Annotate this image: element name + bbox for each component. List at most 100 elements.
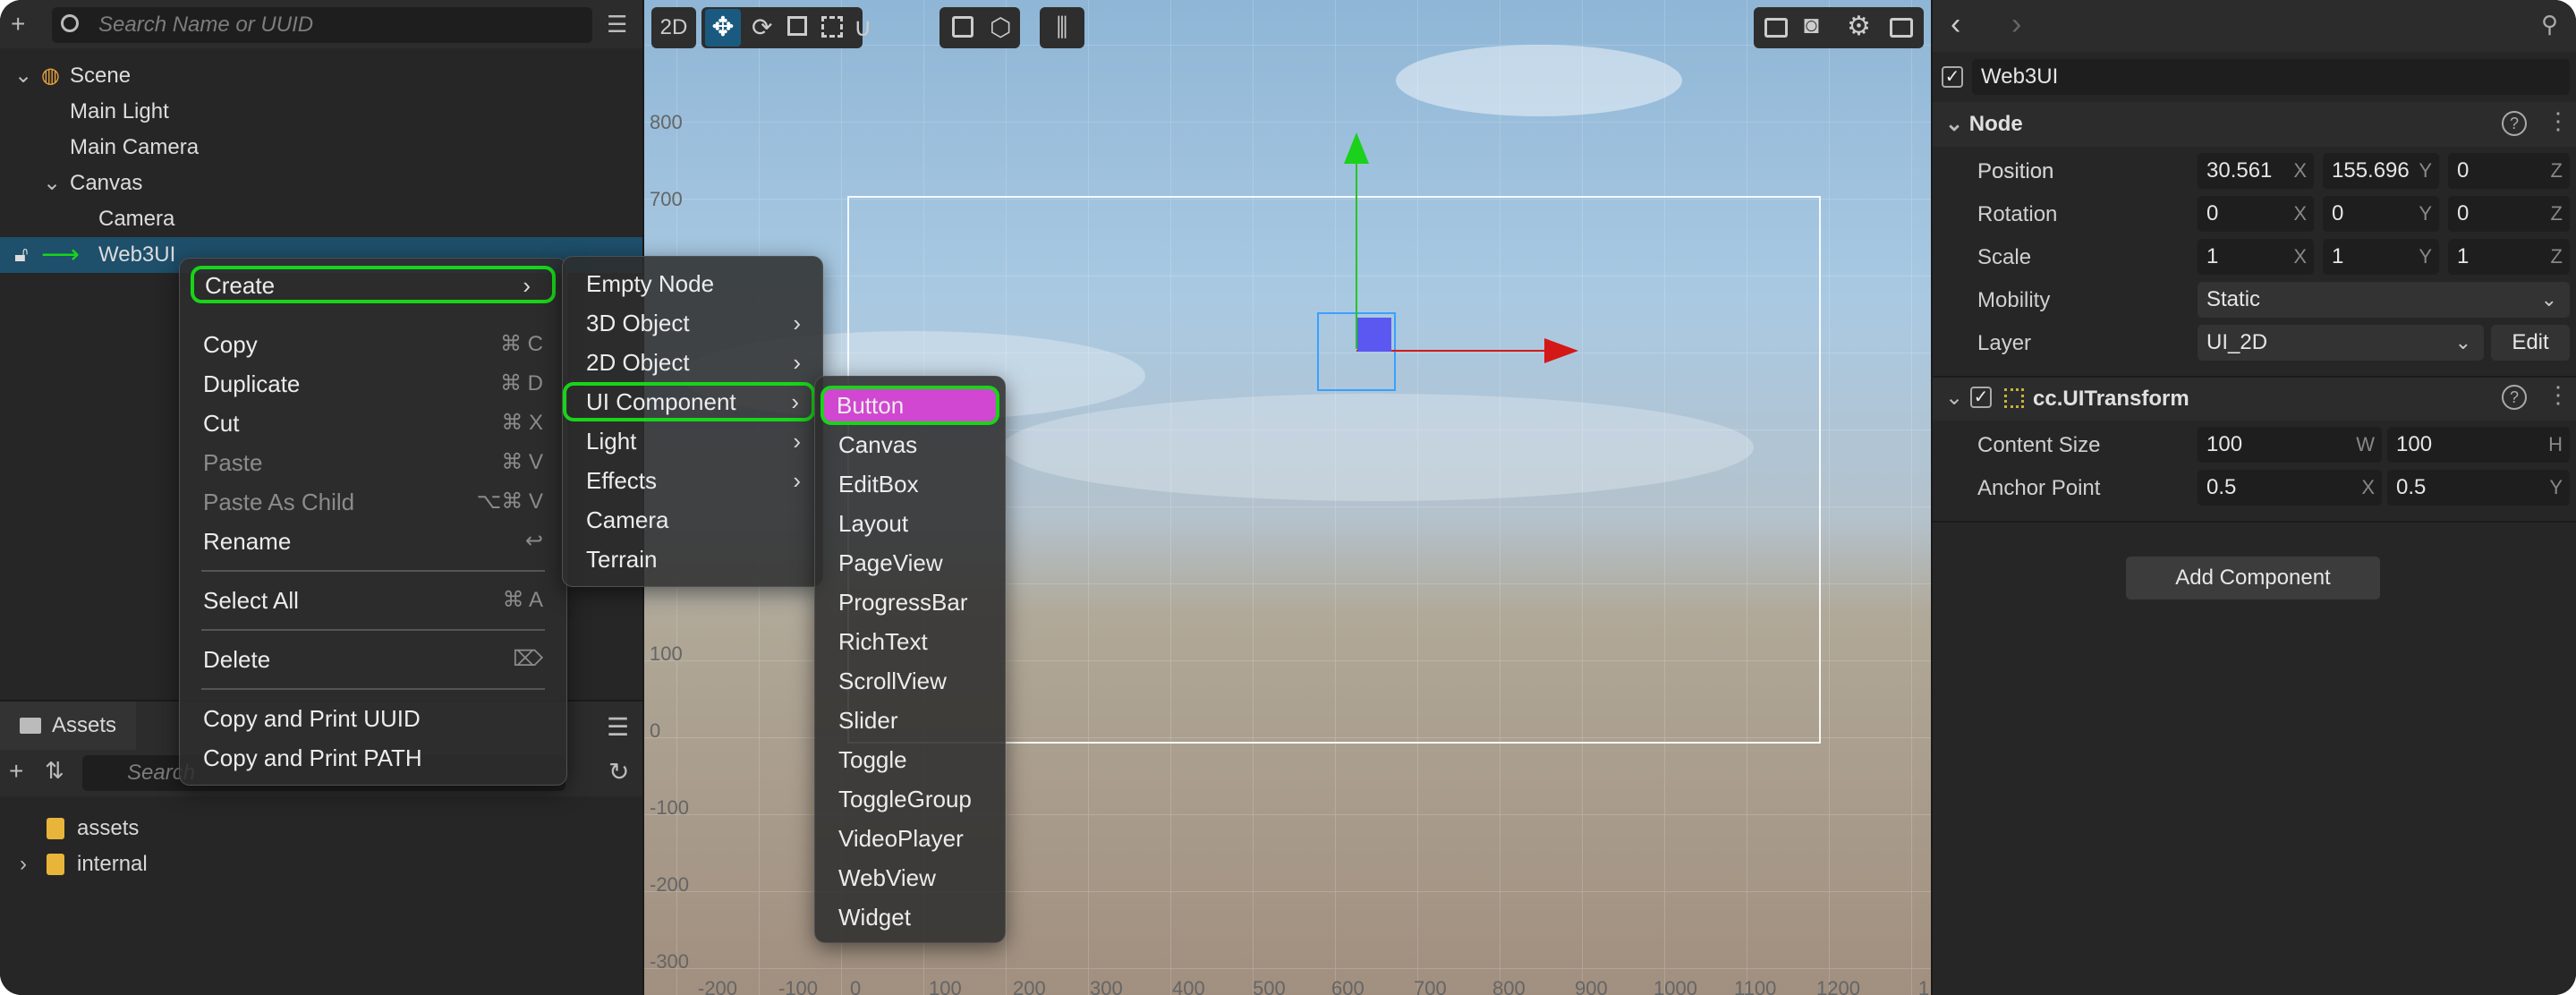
anchor-x-field[interactable]: 0.5 X [2198,470,2382,506]
expand-arrow-icon[interactable]: ⌄ [1945,385,1963,411]
menu-item-webview[interactable]: WebView [815,858,1005,897]
resolution-icon[interactable] [1764,18,1788,38]
content-height-field[interactable]: 100 H [2387,427,2570,463]
menu-item-pageview[interactable]: PageView [815,543,1005,583]
internal-item[interactable]: internal [77,846,148,882]
rect-tool-icon[interactable] [821,16,843,38]
menu-item-3d-object[interactable]: 3D Object › [563,303,822,343]
menu-item-layout[interactable]: Layout [815,504,1005,543]
refresh-icon[interactable]: ↻ [608,757,629,787]
more-icon[interactable]: ⋮ [2546,381,2570,409]
filter-list-icon[interactable]: ☰ [607,13,627,36]
assets-item[interactable]: assets [77,811,139,846]
rotation-x-field[interactable]: 0X [2198,196,2314,232]
menu-item-ui-component[interactable]: UI Component › [563,382,815,421]
tree-item-canvas[interactable]: Canvas [70,166,142,201]
component-enabled-checkbox[interactable]: ✓ [1970,387,1992,408]
menu-item-select-all[interactable]: Select All ⌘ A [180,581,566,620]
add-icon[interactable]: + [9,757,23,786]
tree-item-camera[interactable]: Camera [98,201,174,237]
position-label: Position [1977,159,2054,183]
menu-item-editbox[interactable]: EditBox [815,464,1005,504]
return-icon: ↩ [524,529,543,553]
mobility-select[interactable]: Static ⌄ [2198,282,2570,318]
delete-key-icon: ⌦ [513,647,543,671]
tree-item-main-light[interactable]: Main Light [70,94,169,130]
menu-icon[interactable]: ☰ [607,712,629,742]
menu-item-duplicate[interactable]: Duplicate ⌘ D [180,364,566,404]
rotation-y-field[interactable]: 0Y [2323,196,2439,232]
content-width-field[interactable]: 100 W [2198,427,2382,463]
scale-y-field[interactable]: 1Y [2323,239,2439,275]
expand-arrow-icon[interactable]: › [20,846,27,882]
scale-tool-icon[interactable] [787,16,807,36]
uitransform-title: cc.UITransform [2033,387,2189,411]
menu-item-2d-object[interactable]: 2D Object › [563,343,822,382]
expand-arrow-icon[interactable]: ⌄ [43,166,61,201]
cube-icon[interactable]: ⬡ [990,13,1011,42]
content-size-label: Content Size [1977,433,2101,457]
tree-item-web3ui[interactable]: Web3UI [98,237,175,273]
menu-item-paste[interactable]: Paste ⌘ V [180,443,566,482]
add-component-button[interactable]: Add Component [2126,557,2380,600]
menu-item-button[interactable]: Button [820,386,999,425]
menu-item-terrain[interactable]: Terrain [563,540,822,579]
menu-item-cut[interactable]: Cut ⌘ X [180,404,566,443]
green-arrow-icon: ⟶ [41,240,81,269]
menu-item-widget[interactable]: Widget [815,897,1005,937]
inspector-properties: Position 30.561 X 155.696 Y 0Z Rotation 0X… [1933,0,2576,995]
menu-item-richtext[interactable]: RichText [815,622,1005,661]
menu-item-videoplayer[interactable]: VideoPlayer [815,819,1005,858]
lock-icon[interactable]: 🔓︎ [14,237,29,273]
layer-select[interactable]: UI_2D ⌄ [2198,325,2484,361]
layout-icon[interactable] [1890,18,1913,38]
add-icon[interactable]: + [11,12,25,37]
position-z-field[interactable]: 0Z [2448,153,2570,189]
menu-item-create[interactable]: Create › [191,266,556,303]
rotation-z-field[interactable]: 0Z [2448,196,2570,232]
gear-icon[interactable]: ⚙ [1847,11,1871,42]
menu-item-camera[interactable]: Camera [563,500,822,540]
menu-item-toggle[interactable]: Toggle [815,740,1005,779]
menu-item-rename[interactable]: Rename ↩ [180,522,566,561]
menu-item-slider[interactable]: Slider [815,701,1005,740]
context-menu: Create › Copy ⌘ C Duplicate ⌘ D Cut ⌘ X Past… [179,258,567,786]
tree-item-scene[interactable]: Scene [70,58,131,94]
hierarchy-search-input[interactable]: Search Name or UUID [52,7,592,43]
expand-arrow-icon[interactable]: ⌄ [14,58,32,94]
menu-item-delete[interactable]: Delete ⌦ [180,640,566,679]
menu-item-progressbar[interactable]: ProgressBar [815,583,1005,622]
move-tool-button[interactable]: ✥ [705,9,741,47]
folder-icon [20,718,41,734]
layer-edit-button[interactable]: Edit [2491,325,2570,361]
menu-item-copy-uuid[interactable]: Copy and Print UUID [180,699,566,738]
menu-item-copy[interactable]: Copy ⌘ C [180,325,566,364]
menu-item-effects[interactable]: Effects › [563,461,822,500]
align-button[interactable]: ⫼ [1040,7,1084,48]
mode-2d-button[interactable]: 2D [651,7,696,48]
rotate-tool-icon[interactable]: ⟳ [752,13,772,42]
camera-icon[interactable]: ◙ [1804,11,1819,39]
anchor-y-field[interactable]: 0.5 Y [2387,470,2570,506]
menu-item-scrollview[interactable]: ScrollView [815,661,1005,701]
snap-icon[interactable] [952,16,973,38]
ui-component-submenu: Button Canvas EditBox Layout PageView Pr… [814,376,1006,943]
search-icon [61,14,79,32]
menu-item-copy-path[interactable]: Copy and Print PATH [180,738,566,778]
db-icon [47,854,64,875]
menu-item-paste-as-child[interactable]: Paste As Child ⌥⌘ V [180,482,566,522]
menu-item-empty-node[interactable]: Empty Node [563,264,822,303]
ui-tool-icon[interactable]: ∪ [854,13,872,42]
position-x-field[interactable]: 30.561 X [2198,153,2314,189]
uitransform-section-header[interactable] [1933,376,2576,421]
menu-item-light[interactable]: Light › [563,421,822,461]
position-y-field[interactable]: 155.696 Y [2323,153,2439,189]
scale-z-field[interactable]: 1Z [2448,239,2570,275]
help-icon[interactable]: ? [2502,385,2527,410]
rotation-label: Rotation [1977,202,2058,226]
tree-item-main-camera[interactable]: Main Camera [70,130,199,166]
menu-item-canvas[interactable]: Canvas [815,425,1005,464]
sort-icon[interactable]: ⇅ [45,757,64,785]
scale-x-field[interactable]: 1X [2198,239,2314,275]
menu-item-togglegroup[interactable]: ToggleGroup [815,779,1005,819]
